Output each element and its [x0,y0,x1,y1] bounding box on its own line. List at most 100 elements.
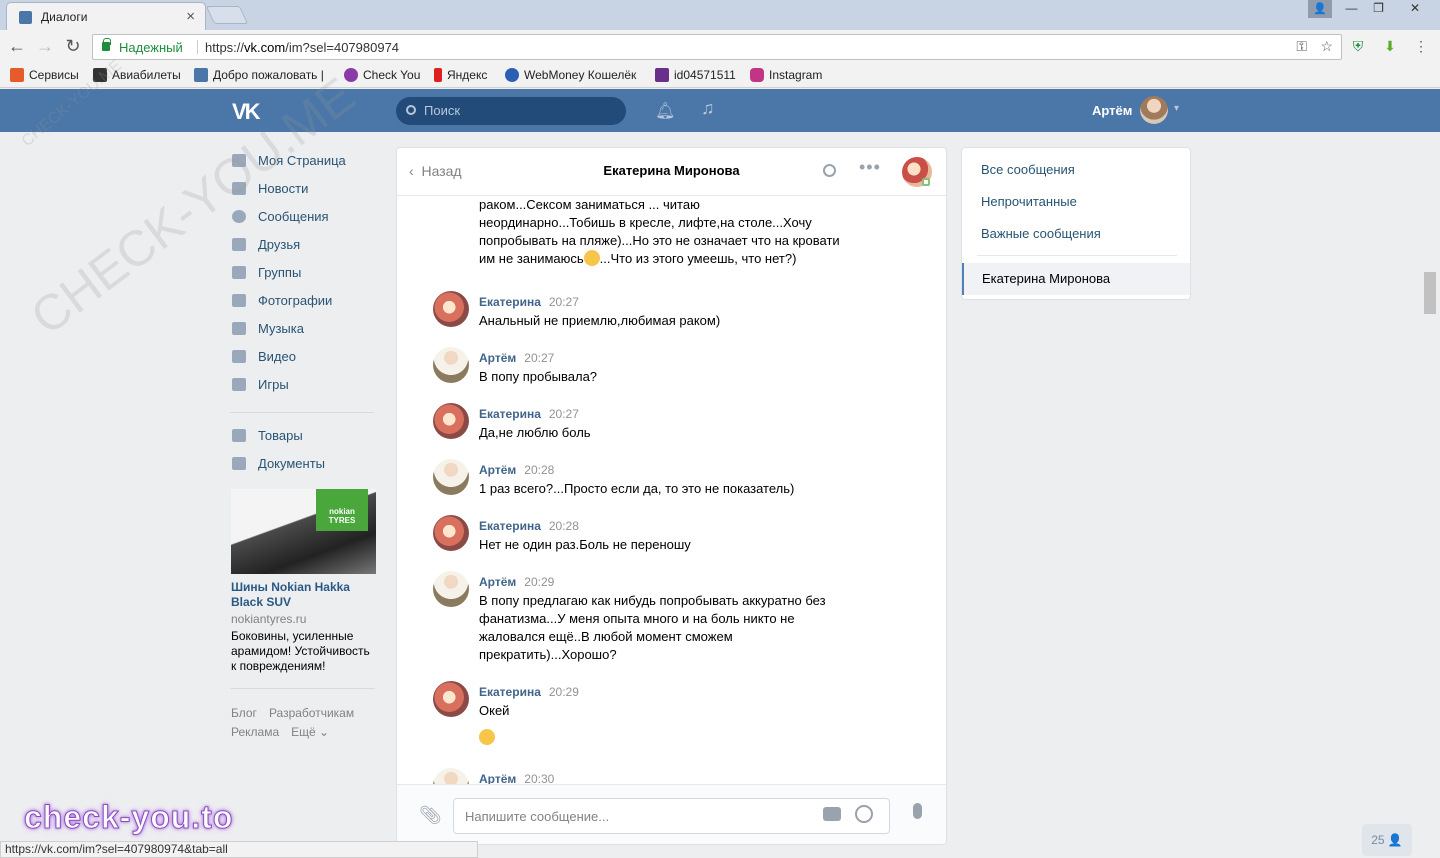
filter-all-messages[interactable]: Все сообщения [981,162,1075,177]
bookmark-yandex[interactable]: Яндекс [434,68,487,84]
avatar[interactable] [433,768,469,784]
divider [231,688,375,689]
url-path: /im?sel=407980974 [285,40,400,55]
message-author[interactable]: Екатерина 20:27 [479,407,579,421]
user-name[interactable]: Артём [1092,103,1132,118]
menu-item-music[interactable]: Музыка [230,318,380,346]
message-author[interactable]: Екатерина 20:27 [479,295,579,309]
avatar[interactable] [433,515,469,551]
author-name[interactable]: Екатерина [479,685,541,699]
search-icon[interactable] [823,164,836,177]
footer-ads-link[interactable]: Реклама [231,725,279,739]
message-author[interactable]: Артём 20:27 [479,351,554,365]
message-line: ...Что из этого умеешь, что нет?) [599,251,797,266]
message-list[interactable]: раком...Сексом заниматься ... читаю неор… [397,196,946,784]
message-line: им не занимаюсь [479,251,584,266]
footer-blog-link[interactable]: Блог [231,706,257,720]
menu-item-groups[interactable]: Группы [230,262,380,290]
bookmark-label: id04571511 [674,68,736,82]
avatar[interactable] [433,459,469,495]
avatar[interactable] [1140,96,1168,124]
bookmark-vk[interactable]: Добро пожаловать | [194,68,324,84]
message-author[interactable]: Артём 20:30 [479,772,554,784]
author-name[interactable]: Екатерина [479,407,541,421]
message-author[interactable]: Екатерина 20:28 [479,519,579,533]
ad-block[interactable]: nokian TYRES Шины Nokian Hakka Black SUV… [231,489,376,674]
menu-item-friends[interactable]: Друзья [230,234,380,262]
avatar[interactable] [433,681,469,717]
page-scrollbar[interactable] [1424,272,1436,314]
more-icon[interactable]: ••• [859,157,881,178]
ad-image[interactable]: nokian TYRES [231,489,376,574]
close-window-button[interactable]: ✕ [1393,0,1437,18]
menu-label: Сообщения [258,209,329,224]
new-tab-button[interactable] [205,6,249,24]
author-name[interactable]: Екатерина [479,295,541,309]
avatar[interactable] [433,571,469,607]
bell-icon[interactable]: 🔔︎ [655,101,675,121]
menu-item-photos[interactable]: Фотографии [230,290,380,318]
active-dialog-item[interactable]: Екатерина Миронова [962,263,1190,295]
users-icon [232,266,246,279]
author-name[interactable]: Артём [479,772,516,784]
author-name[interactable]: Артём [479,463,516,477]
menu-kebab-icon[interactable]: ⋮ [1412,37,1430,55]
menu-item-games[interactable]: Игры [230,374,380,402]
back-arrow-icon[interactable]: ← [6,36,28,58]
shield-extension-icon[interactable]: ⛨ [1349,37,1367,55]
author-name[interactable]: Артём [479,351,516,365]
menu-label: Игры [258,377,289,392]
vk-search-input[interactable]: Поиск [396,97,626,125]
dialogs-filter-panel: Все сообщения Непрочитанные Важные сообщ… [961,147,1191,300]
bookmark-services[interactable]: Сервисы [10,68,79,84]
vk-logo[interactable]: VK [232,99,264,124]
filter-unread[interactable]: Непрочитанные [981,194,1077,209]
camera-icon [232,294,246,307]
checkyou-icon [344,68,358,82]
menu-item-goods[interactable]: Товары [230,425,380,453]
online-indicator-icon [922,178,930,186]
emoji-icon[interactable] [855,805,873,823]
url-text[interactable]: https://vk.com/im?sel=407980974 [205,40,399,55]
author-name[interactable]: Екатерина [479,519,541,533]
message-time: 20:28 [548,519,579,533]
key-icon[interactable]: ⚿ [1296,38,1307,55]
chevron-down-icon[interactable]: ▾ [1174,103,1179,114]
bookmark-star-icon[interactable]: ☆ [1320,38,1333,55]
message-line: раком...Сексом заниматься ... читаю [479,197,700,212]
menu-item-docs[interactable]: Документы [230,453,380,481]
minimize-button[interactable]: — [1338,0,1365,18]
message-author[interactable]: Артём 20:28 [479,463,554,477]
address-bar[interactable]: Надежный https://vk.com/im?sel=407980974… [92,34,1342,60]
bookmark-label: Сервисы [29,68,79,82]
message-author[interactable]: Артём 20:29 [479,575,554,589]
menu-item-messages[interactable]: Сообщения [230,206,380,234]
footer-more-link[interactable]: Ещё ⌄ [291,725,329,739]
menu-item-video[interactable]: Видео [230,346,380,374]
ad-title[interactable]: Шины Nokian Hakka Black SUV [231,580,376,610]
paperclip-icon[interactable]: 📎︎ [419,805,442,826]
avatar[interactable] [433,291,469,327]
footer-devs-link[interactable]: Разработчикам [269,706,354,720]
filter-important[interactable]: Важные сообщения [981,226,1101,241]
music-note-icon[interactable]: ♫ [701,98,715,119]
message-time: 20:27 [524,351,555,365]
avatar[interactable] [433,403,469,439]
restore-button[interactable]: ❐ [1365,0,1392,18]
online-friends-counter[interactable]: 25 👤 [1362,824,1412,856]
avatar[interactable] [433,347,469,383]
forward-arrow-icon[interactable]: → [34,36,56,58]
message-author[interactable]: Екатерина 20:29 [479,685,579,699]
camera-icon[interactable] [823,807,841,821]
reload-icon[interactable]: ↻ [62,36,84,58]
bookmark-webmoney[interactable]: WebMoney Кошелёк [505,68,636,84]
tab-close-icon[interactable]: × [186,8,195,25]
bookmark-instagram[interactable]: Instagram [750,68,822,84]
microphone-icon[interactable] [913,803,922,819]
download-extension-icon[interactable]: ⬇ [1381,37,1399,55]
profile-icon[interactable]: 👤 [1308,0,1332,18]
browser-tab[interactable]: Диалоги × [6,2,206,30]
bookmark-id[interactable]: id04571511 [655,68,736,84]
bookmark-checkyou[interactable]: Check You [344,68,420,84]
author-name[interactable]: Артём [479,575,516,589]
